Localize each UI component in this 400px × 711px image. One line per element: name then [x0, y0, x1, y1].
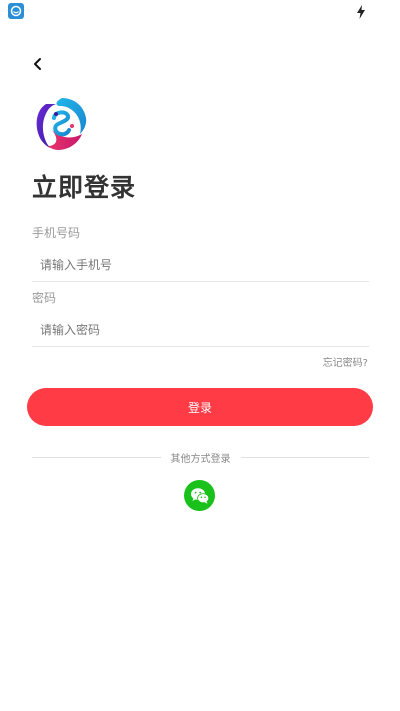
app-icon: [8, 3, 24, 19]
divider-line-left: [32, 456, 161, 458]
login-page: 立即登录 手机号码 密码 忘记密码? 登录 其他方式登录: [0, 0, 400, 711]
login-button[interactable]: 登录: [27, 388, 373, 426]
app-logo: [32, 96, 88, 152]
lightning-icon: [356, 4, 366, 19]
wechat-icon: [190, 487, 209, 504]
page-title: 立即登录: [32, 173, 137, 202]
other-login-divider: 其他方式登录: [32, 450, 369, 465]
wechat-login-button[interactable]: [184, 480, 215, 511]
phone-input[interactable]: [32, 249, 369, 282]
phone-field-group: 手机号码: [32, 225, 369, 282]
other-login-label: 其他方式登录: [170, 453, 231, 465]
password-input[interactable]: [32, 314, 369, 347]
status-bar: [0, 0, 400, 22]
chevron-left-icon: [34, 58, 41, 70]
phone-label: 手机号码: [32, 226, 81, 240]
password-label: 密码: [32, 291, 57, 305]
divider-line-right: [240, 456, 369, 458]
password-field-group: 密码: [32, 290, 369, 347]
forgot-password-link[interactable]: 忘记密码?: [323, 354, 368, 369]
back-button[interactable]: [26, 52, 50, 76]
